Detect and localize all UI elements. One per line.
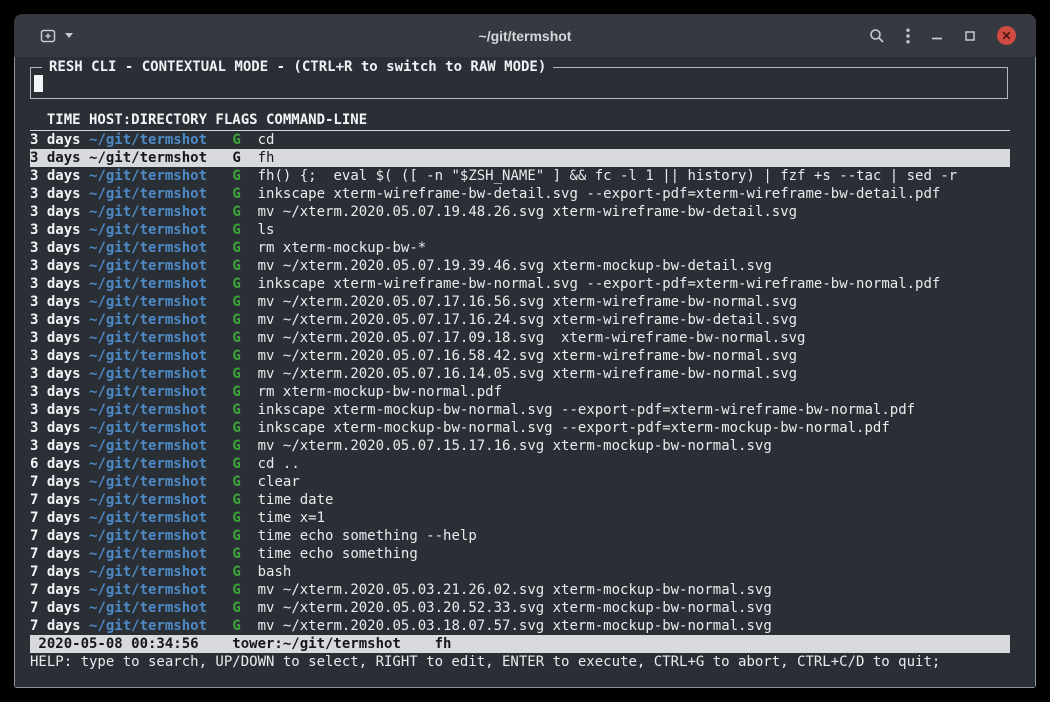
history-row[interactable]: 3 days ~/git/termshot G mv ~/xterm.2020.…	[30, 257, 1010, 275]
mode-title: RESH CLI - CONTEXTUAL MODE - (CTRL+R to …	[42, 58, 553, 76]
search-button[interactable]	[869, 28, 885, 44]
tab-menu-button[interactable]	[65, 33, 73, 38]
close-button[interactable]	[997, 26, 1016, 45]
history-row[interactable]: 3 days ~/git/termshot G rm xterm-mockup-…	[30, 383, 1010, 401]
new-tab-button[interactable]	[40, 28, 58, 44]
search-input[interactable]: RESH CLI - CONTEXTUAL MODE - (CTRL+R to …	[30, 67, 1008, 99]
restore-button[interactable]	[964, 30, 976, 42]
chevron-down-icon	[65, 33, 73, 38]
screen-background: ~/git/termshot	[0, 0, 1050, 702]
history-row[interactable]: 3 days ~/git/termshot G inkscape xterm-w…	[30, 275, 1010, 293]
help-line: HELP: type to search, UP/DOWN to select,…	[30, 653, 1035, 671]
text-cursor	[34, 75, 43, 92]
menu-kebab-icon	[906, 28, 910, 44]
restore-icon	[964, 30, 976, 42]
history-list: 3 days ~/git/termshot G cd3 days ~/git/t…	[30, 131, 1010, 635]
history-row[interactable]: 6 days ~/git/termshot G cd ..	[30, 455, 1010, 473]
history-row[interactable]: 3 days ~/git/termshot G mv ~/xterm.2020.…	[30, 329, 1010, 347]
history-row[interactable]: 3 days ~/git/termshot G mv ~/xterm.2020.…	[30, 347, 1010, 365]
history-row[interactable]: 7 days ~/git/termshot G bash	[30, 563, 1010, 581]
history-row[interactable]: 7 days ~/git/termshot G mv ~/xterm.2020.…	[30, 599, 1010, 617]
terminal-content: RESH CLI - CONTEXTUAL MODE - (CTRL+R to …	[14, 57, 1036, 688]
history-row[interactable]: 3 days ~/git/termshot G cd	[30, 131, 1010, 149]
history-row[interactable]: 7 days ~/git/termshot G mv ~/xterm.2020.…	[30, 617, 1010, 635]
history-row[interactable]: 7 days ~/git/termshot G time echo someth…	[30, 545, 1010, 563]
status-bar: 2020-05-08 00:34:56 tower:~/git/termshot…	[30, 635, 1010, 653]
history-row[interactable]: 3 days ~/git/termshot G inkscape xterm-m…	[30, 419, 1010, 437]
minimize-button[interactable]	[931, 30, 943, 42]
history-row[interactable]: 3 days ~/git/termshot G fh	[30, 149, 1010, 167]
history-row[interactable]: 3 days ~/git/termshot G inkscape xterm-m…	[30, 401, 1010, 419]
minimize-icon	[931, 30, 943, 42]
history-row[interactable]: 7 days ~/git/termshot G time date	[30, 491, 1010, 509]
search-icon	[869, 28, 885, 44]
history-row[interactable]: 7 days ~/git/termshot G clear	[30, 473, 1010, 491]
history-row[interactable]: 7 days ~/git/termshot G time x=1	[30, 509, 1010, 527]
history-row[interactable]: 3 days ~/git/termshot G rm xterm-mockup-…	[30, 239, 1010, 257]
menu-button[interactable]	[906, 28, 910, 44]
columns-header: TIME HOST:DIRECTORY FLAGS COMMAND-LINE	[30, 111, 1010, 131]
terminal-window: ~/git/termshot	[14, 14, 1036, 688]
history-row[interactable]: 3 days ~/git/termshot G mv ~/xterm.2020.…	[30, 365, 1010, 383]
history-row[interactable]: 3 days ~/git/termshot G ls	[30, 221, 1010, 239]
history-row[interactable]: 3 days ~/git/termshot G fh() {; eval $( …	[30, 167, 1010, 185]
history-row[interactable]: 3 days ~/git/termshot G mv ~/xterm.2020.…	[30, 203, 1010, 221]
history-row[interactable]: 3 days ~/git/termshot G mv ~/xterm.2020.…	[30, 437, 1010, 455]
new-tab-icon	[40, 28, 58, 44]
history-row[interactable]: 3 days ~/git/termshot G mv ~/xterm.2020.…	[30, 293, 1010, 311]
close-icon	[1002, 31, 1011, 40]
history-row[interactable]: 3 days ~/git/termshot G inkscape xterm-w…	[30, 185, 1010, 203]
history-row[interactable]: 7 days ~/git/termshot G time echo someth…	[30, 527, 1010, 545]
history-row[interactable]: 3 days ~/git/termshot G mv ~/xterm.2020.…	[30, 311, 1010, 329]
titlebar[interactable]: ~/git/termshot	[14, 14, 1036, 58]
history-row[interactable]: 7 days ~/git/termshot G mv ~/xterm.2020.…	[30, 581, 1010, 599]
